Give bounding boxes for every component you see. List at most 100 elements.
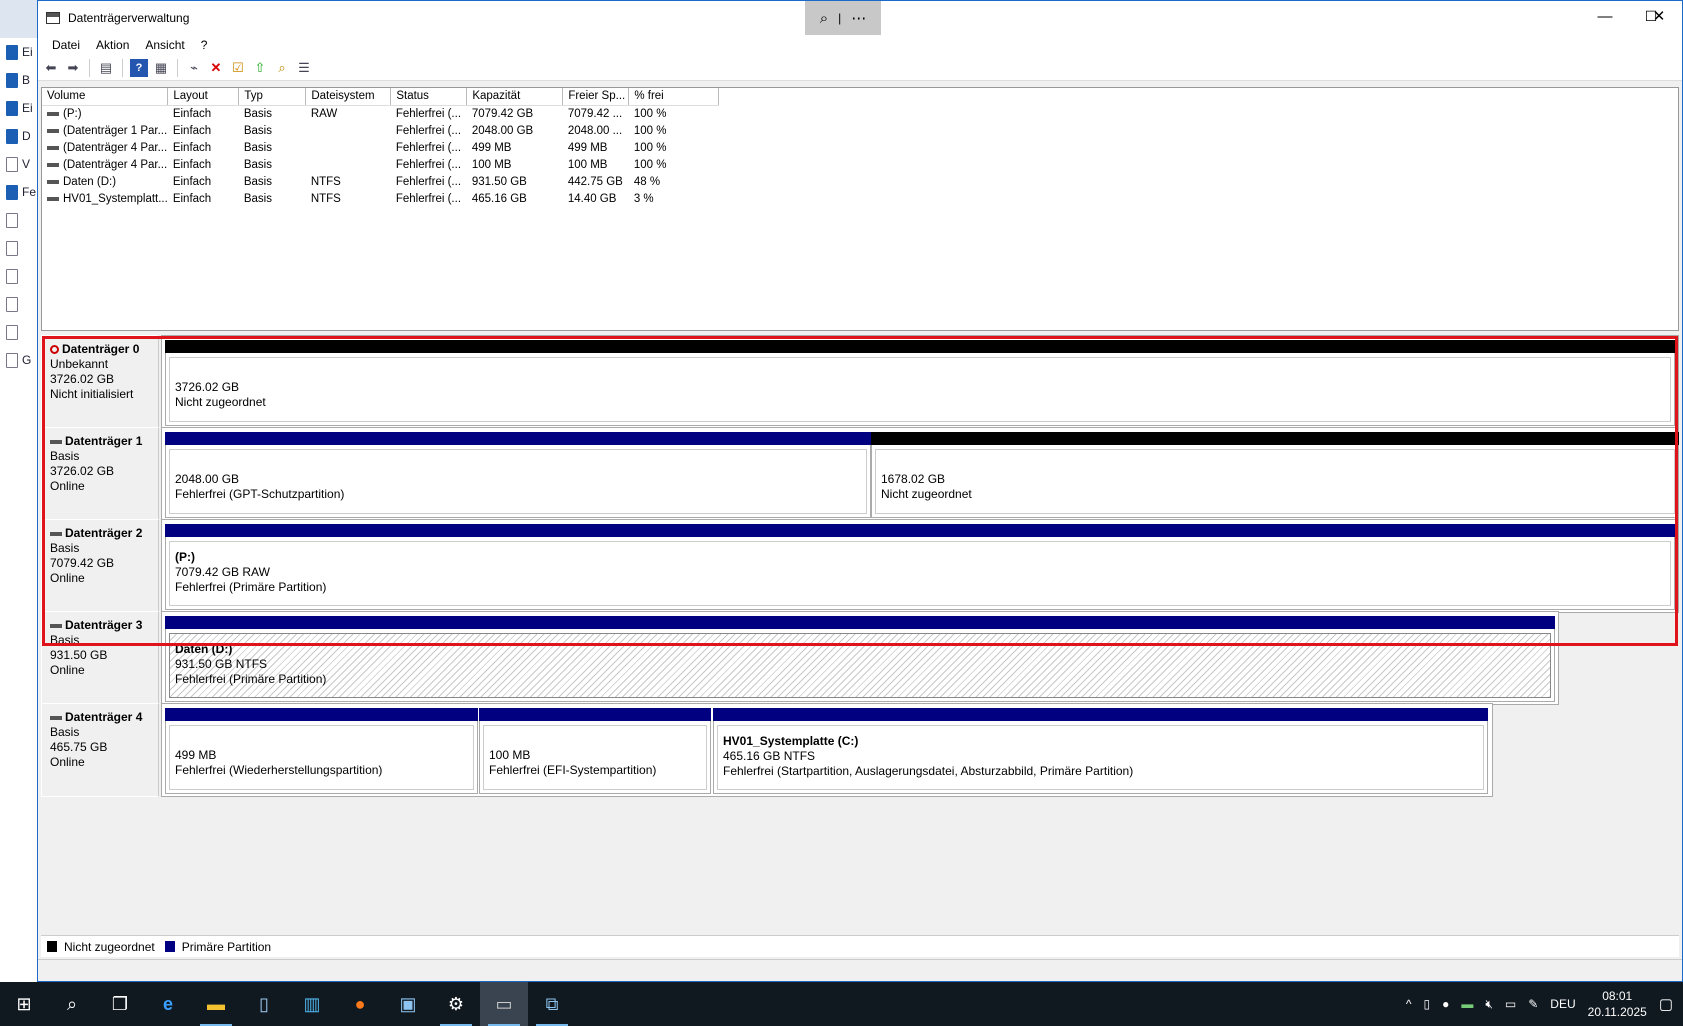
volume-cell: 100 MB	[471, 158, 512, 171]
volume-cell: 100 MB	[567, 158, 608, 171]
search-icon[interactable]: ⌕	[273, 59, 291, 77]
volume-cell: Einfach	[172, 141, 212, 154]
internet-explorer-icon[interactable]: e	[144, 982, 192, 1026]
task-view-icon[interactable]: ❐	[96, 982, 144, 1026]
legend-label-unallocated: Nicht zugeordnet	[64, 939, 155, 954]
col-typ[interactable]: Typ	[238, 88, 307, 106]
network-tray-icon[interactable]: ▭	[1505, 997, 1516, 1011]
volume-name-text: (Datenträger 4 Par...	[63, 158, 168, 171]
partition-info: 100 MB Fehlerfrei (EFI-Systempartition)	[483, 725, 707, 790]
menu-bar: Datei Aktion Ansicht ?	[38, 35, 1682, 55]
more-options-icon[interactable]: ⋯	[851, 9, 866, 27]
minimize-button[interactable]: —	[1582, 1, 1628, 31]
volume-cell: 499 MB	[471, 141, 512, 154]
menu-help[interactable]: ?	[193, 38, 216, 52]
partition-block[interactable]: 499 MB Fehlerfrei (Wiederherstellungspart…	[165, 708, 478, 794]
disk-name: Datenträger 0	[50, 342, 158, 357]
import-icon[interactable]: ⇧	[251, 59, 269, 77]
volume-cell: Fehlerfrei (...	[395, 124, 462, 137]
volume-row[interactable]: HV01_Systemplatt... Einfach Basis NTFS Fehle…	[42, 190, 719, 207]
disk-label[interactable]: Datenträger 4 Basis 465.75 GB Online	[41, 703, 159, 797]
forward-icon[interactable]: ➡	[64, 59, 82, 77]
menu-ansicht[interactable]: Ansicht	[137, 38, 192, 52]
partition-color-bar	[165, 340, 1675, 353]
background-list-item: V	[0, 150, 37, 178]
taskbar: ⊞ ⌕ ❐ e ▬ ▯ ▥ ● ▣ ⚙ ▭ ⧉ ^ ▯ ● ▬ 🔇︎ ▭ ✎ D…	[0, 982, 1683, 1026]
disk-label[interactable]: Datenträger 2 Basis 7079.42 GB Online	[41, 519, 159, 613]
server-manager-icon[interactable]: ▥	[288, 982, 336, 1026]
volume-muted-icon[interactable]: 🔇︎	[1485, 997, 1493, 1012]
partition-block[interactable]: Daten (D:) 931.50 GB NTFS Fehlerfrei (Prim…	[165, 616, 1555, 702]
usb-icon[interactable]: ▯	[1423, 997, 1430, 1011]
volume-list[interactable]: Volume Layout Typ Dateisystem Status Kap…	[41, 87, 1679, 331]
help-icon[interactable]: ?	[130, 58, 148, 77]
search-icon[interactable]: ⌕	[48, 982, 96, 1026]
check-icon[interactable]: ☑	[229, 59, 247, 77]
settings-icon[interactable]: ⚙	[432, 982, 480, 1026]
list-icon[interactable]: ☰	[295, 59, 313, 77]
partition-size: 465.16 GB NTFS	[723, 749, 816, 763]
background-list-item-label: Ei	[22, 101, 33, 115]
col-layout[interactable]: Layout	[167, 88, 240, 106]
partition-color-bar	[713, 708, 1488, 721]
col-status[interactable]: Status	[390, 88, 468, 106]
partition-info: 3726.02 GB Nicht zugeordnet	[169, 357, 1671, 422]
partition-block[interactable]: (P:) 7079.42 GB RAW Fehlerfrei (Primäre Pa…	[165, 524, 1675, 610]
col-freier-speicher[interactable]: Freier Sp...	[562, 88, 630, 106]
partition-status: Fehlerfrei (EFI-Systempartition)	[489, 763, 657, 777]
volume-row[interactable]: (Datenträger 4 Par... Einfach Basis Fehlerf…	[42, 139, 719, 156]
clock[interactable]: 08:01 20.11.2025	[1588, 988, 1647, 1020]
properties-icon[interactable]: ▦	[152, 59, 170, 77]
toolbar: ⬅ ➡ ▤ ? ▦ ⌁ ✕ ☑ ⇧ ⌕ ☰	[38, 55, 1682, 81]
notepad-icon[interactable]: ▯	[240, 982, 288, 1026]
show-hide-console-tree-icon[interactable]: ▤	[97, 59, 115, 77]
disk-type: Basis	[50, 725, 80, 739]
menu-aktion[interactable]: Aktion	[88, 38, 137, 52]
volume-row[interactable]: (Datenträger 4 Par... Einfach Basis Fehlerf…	[42, 156, 719, 173]
background-list-item-label: Ei	[22, 45, 33, 59]
partition-block[interactable]: 100 MB Fehlerfrei (EFI-Systempartition)	[479, 708, 711, 794]
file-explorer-icon[interactable]: ▬	[192, 982, 240, 1026]
partition-block[interactable]: 2048.00 GB Fehlerfrei (GPT-Schutzpartitio…	[165, 432, 871, 518]
disk-label[interactable]: Datenträger 0 Unbekannt 3726.02 GB Nicht in…	[41, 335, 159, 429]
partition-block[interactable]: HV01_Systemplatte (C:) 465.16 GB NTFS Fehl…	[713, 708, 1488, 794]
show-hidden-icons-icon[interactable]: ^	[1406, 997, 1412, 1011]
volume-row[interactable]: (Datenträger 1 Par... Einfach Basis Fehlerf…	[42, 122, 719, 139]
disk-name: Datenträger 2	[50, 526, 158, 541]
delete-icon[interactable]: ✕	[207, 59, 225, 77]
zoom-icon[interactable]: ⌕	[820, 10, 828, 27]
pen-icon[interactable]: ✎	[1528, 997, 1538, 1011]
disk-label[interactable]: Datenträger 3 Basis 931.50 GB Online	[41, 611, 159, 705]
windows-start-icon[interactable]: ⊞	[0, 982, 48, 1026]
col-volume[interactable]: Volume	[42, 88, 169, 106]
remote-desktop-icon[interactable]: ▣	[384, 982, 432, 1026]
disk-size: 3726.02 GB	[50, 372, 115, 386]
partition-block[interactable]: 3726.02 GB Nicht zugeordnet	[165, 340, 1675, 426]
close-button[interactable]: ✕	[1636, 1, 1682, 31]
disk-label[interactable]: Datenträger 1 Basis 3726.02 GB Online	[41, 427, 159, 521]
volume-row[interactable]: Daten (D:) Einfach Basis NTFS Fehlerfrei (..…	[42, 173, 719, 190]
disk-size: 465.75 GB	[50, 740, 108, 754]
status-icon[interactable]: ●	[1442, 997, 1449, 1011]
document-icon	[6, 296, 18, 312]
background-window: Ei B Ei D V Fe G	[0, 0, 38, 982]
menu-datei[interactable]: Datei	[44, 38, 88, 52]
title-bar[interactable]: Datenträgerverwaltung ⌕ | ⋯ — ☐ ✕	[38, 1, 1682, 35]
disk-management-icon[interactable]: ▭	[480, 982, 528, 1026]
volume-cell: 100 %	[633, 158, 667, 171]
notifications-icon[interactable]: ▢	[1659, 995, 1673, 1013]
battery-icon[interactable]: ▬	[1461, 997, 1473, 1011]
disk-partitions-area: 3726.02 GB Nicht zugeordnet	[161, 335, 1679, 429]
col-prozent-frei[interactable]: % frei	[628, 88, 720, 106]
partition-block[interactable]: 1678.02 GB Nicht zugeordnet	[871, 432, 1679, 518]
language-indicator[interactable]: DEU	[1550, 997, 1575, 1011]
col-kapazitaet[interactable]: Kapazität	[466, 88, 564, 106]
col-dateisystem[interactable]: Dateisystem	[305, 88, 392, 106]
volume-row[interactable]: (P:) Einfach Basis RAW Fehlerfrei (... 7079.4…	[42, 105, 719, 122]
firefox-icon[interactable]: ●	[336, 982, 384, 1026]
network-icon[interactable]: ⧉	[528, 982, 576, 1026]
volume-name: HV01_Systemplatt...	[47, 193, 168, 205]
connect-icon[interactable]: ⌁	[185, 59, 203, 77]
clock-time: 08:01	[1602, 989, 1633, 1003]
back-icon[interactable]: ⬅	[42, 59, 60, 77]
